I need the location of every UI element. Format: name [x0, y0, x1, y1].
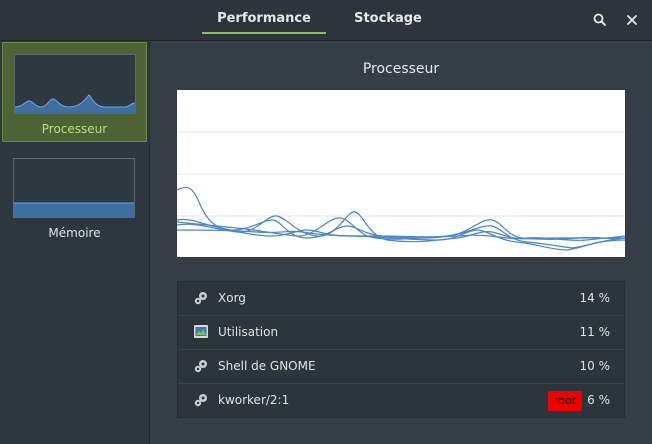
gear-icon — [194, 394, 207, 407]
sidebar-item-label: Mémoire — [48, 226, 101, 240]
root-badge: root — [548, 391, 582, 411]
gear-icon — [194, 292, 207, 305]
process-name: Shell de GNOME — [218, 359, 316, 373]
sidebar: Processeur Mémoire — [0, 41, 150, 444]
process-cpu-percent: 6 % — [587, 393, 610, 407]
close-icon — [627, 15, 637, 25]
process-cpu-percent: 14 % — [579, 291, 611, 305]
list-item[interactable]: Shell de GNOME 10 % — [178, 350, 624, 384]
list-item[interactable]: kworker/2:1 root 6 % — [178, 384, 624, 418]
process-name: Xorg — [218, 291, 246, 305]
gear-icon — [194, 360, 207, 373]
search-icon — [593, 13, 606, 26]
cpu-history-chart — [176, 90, 626, 257]
page-title: Processeur — [362, 61, 440, 77]
sidebar-item-label: Processeur — [41, 122, 108, 136]
close-button[interactable] — [620, 8, 644, 32]
process-cpu-percent: 10 % — [579, 359, 611, 373]
monitor-app-icon — [194, 325, 208, 338]
process-name: Utilisation — [218, 325, 279, 339]
process-cpu-percent: 11 % — [579, 325, 611, 339]
process-name: kworker/2:1 — [218, 393, 290, 407]
sidebar-item-memoire[interactable]: Mémoire — [2, 147, 147, 247]
memory-thumbnail — [13, 158, 135, 218]
tab-stockage[interactable]: Stockage — [340, 0, 436, 40]
sidebar-item-processeur[interactable]: Processeur — [2, 42, 147, 142]
search-button[interactable] — [588, 8, 612, 32]
process-list: Xorg 14 % Utilisation 11 % Shell de GNOM… — [177, 281, 625, 418]
tab-performance[interactable]: Performance — [202, 0, 326, 40]
list-item[interactable]: Utilisation 11 % — [178, 316, 624, 350]
list-item[interactable]: Xorg 14 % — [178, 282, 624, 316]
header-bar: Performance Stockage — [0, 0, 652, 41]
cpu-thumbnail — [14, 54, 136, 114]
